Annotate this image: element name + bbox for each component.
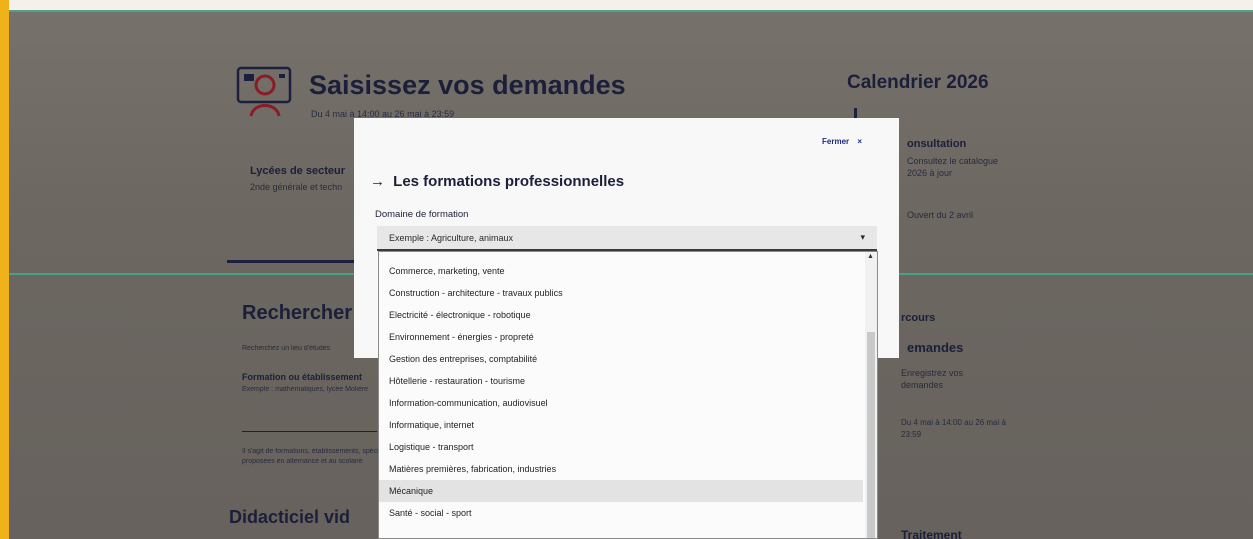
page-title: Saisissez vos demandes — [309, 70, 626, 100]
calendar-title: Calendrier 2026 — [847, 72, 989, 93]
calendar-demandes-date: 23:59 — [901, 430, 922, 439]
chevron-down-icon: ▾ — [860, 232, 865, 242]
domaine-dropdown-list[interactable]: Commerce, marketing, vente Construction -… — [378, 251, 878, 539]
formation-field-label: Formation ou établissement — [242, 372, 363, 382]
arrow-right-icon: → — [370, 173, 385, 190]
formation-field-hint: Exemple : mathématiques, lycée Molière — [242, 386, 369, 393]
calendar-consultation-text: Consultez le catalogue — [907, 156, 999, 166]
modal-title: → Les formations professionnelles — [370, 173, 624, 190]
dropdown-option[interactable]: Hôtellerie - restauration - tourisme — [379, 370, 863, 392]
calendar-consultation-text: 2026 à jour — [907, 168, 953, 178]
didacticiel-heading: Didacticiel vid — [229, 507, 351, 527]
calendar-consultation-date: Ouvert du 2 avril — [907, 210, 974, 220]
person-search-icon — [235, 66, 295, 123]
dropdown-option[interactable]: Electricité - électronique - robotique — [379, 304, 863, 326]
calendar-demandes-text: Enregistrez vos — [901, 368, 964, 378]
dropdown-option[interactable]: Environnement - énergies - propreté — [379, 326, 863, 348]
calendar-demandes-label: emandes — [907, 340, 964, 355]
dropdown-option[interactable]: Information-communication, audiovisuel — [379, 392, 863, 414]
search-footnote: proposées en alternance et au scolaire — [242, 458, 363, 465]
scroll-up-icon[interactable]: ▲ — [867, 253, 874, 260]
calendar-demandes-date: Du 4 mai à 14:00 au 26 mai à — [901, 418, 1006, 427]
calendar-parcours-label: rcours — [901, 312, 936, 324]
domaine-select-placeholder: Exemple : Agriculture, animaux — [389, 233, 514, 243]
dropdown-scrollbar[interactable]: ▲ — [865, 252, 877, 538]
formation-search-input[interactable] — [242, 431, 377, 432]
scrollbar-thumb[interactable] — [867, 332, 875, 538]
dropdown-option[interactable]: Informatique, internet — [379, 414, 863, 436]
search-heading: Rechercher — [242, 302, 353, 324]
calendar-demandes-text: demandes — [901, 380, 944, 390]
close-label: Fermer — [822, 137, 850, 146]
screen-top-edge — [9, 10, 1253, 12]
close-button[interactable]: Fermer × — [822, 137, 862, 146]
tab-lycees-secteur[interactable]: Lycées de secteur — [250, 165, 345, 177]
search-hint: Recherchez un lieu d'études — [242, 345, 331, 352]
dropdown-option[interactable]: Commerce, marketing, vente — [379, 260, 863, 282]
tab-lycees-subtitle: 2nde générale et techn — [250, 182, 343, 192]
photo-edge — [0, 0, 9, 539]
domaine-select[interactable]: Exemple : Agriculture, animaux ▾ — [377, 226, 877, 251]
active-tab-indicator — [227, 260, 367, 263]
dropdown-option[interactable]: Gestion des entreprises, comptabilité — [379, 348, 863, 370]
calendar-consultation-label: onsultation — [907, 138, 967, 150]
dropdown-option[interactable]: Matières premières, fabrication, industr… — [379, 458, 863, 480]
dropdown-option[interactable]: Construction - architecture - travaux pu… — [379, 282, 863, 304]
search-footnote: Il s'agit de formations, établissements,… — [242, 448, 396, 455]
dropdown-option[interactable]: Santé - social - sport — [379, 502, 863, 524]
calendar-traitement-label: Traitement — [901, 528, 962, 539]
dropdown-option[interactable]: Mécanique — [379, 480, 863, 502]
dropdown-option[interactable]: Logistique - transport — [379, 436, 863, 458]
domaine-field-label: Domaine de formation — [375, 209, 469, 220]
modal-title-text: Les formations professionnelles — [393, 173, 625, 190]
close-icon: × — [857, 137, 863, 146]
